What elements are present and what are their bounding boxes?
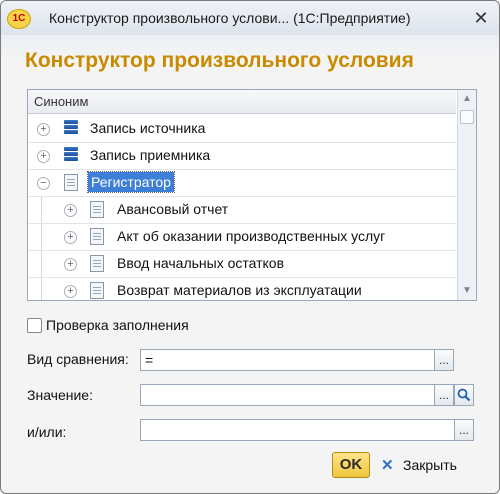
tree-rows: + Запись источника + Запись приемника − … [28,116,456,300]
app-logo-icon: 1С [7,9,31,29]
collapse-icon[interactable]: − [37,177,50,190]
tree-row[interactable]: + Запись приемника [28,143,456,170]
document-icon [90,201,104,218]
tree-guide-line [41,278,42,300]
tree-row-label: Регистратор [87,171,175,193]
value-label: Значение: [27,387,93,403]
and-or-label: и/или: [27,424,67,440]
document-icon [90,282,104,299]
window-close-button[interactable]: ✕ [469,7,493,29]
comparison-select-button[interactable]: ... [434,349,454,371]
fill-check-label[interactable]: Проверка заполнения [46,317,189,333]
expand-icon[interactable]: + [37,123,50,136]
document-icon [90,228,104,245]
expand-icon[interactable]: + [64,204,77,217]
comparison-label: Вид сравнения: [27,351,129,367]
value-select-button[interactable]: ... [434,384,454,406]
tree-row-label: Запись приемника [90,147,211,163]
document-icon [64,174,78,191]
page-title: Конструктор произвольного условия [25,49,414,72]
expand-icon[interactable]: + [37,150,50,163]
expand-icon[interactable]: + [64,231,77,244]
and-or-select-button[interactable]: ... [454,419,474,441]
tree-scrollbar[interactable]: ▲ ▼ [457,90,476,300]
document-icon [90,255,104,272]
scroll-thumb[interactable] [460,110,474,124]
scroll-up-icon[interactable]: ▲ [458,90,476,108]
tree-row[interactable]: + Авансовый отчет [28,197,456,224]
scroll-down-icon[interactable]: ▼ [458,282,476,300]
tree-row-label: Акт об оказании производственных услуг [117,228,386,244]
dialog-window: 1С Конструктор произвольного услови... (… [0,0,500,494]
close-icon: ✕ [381,457,394,474]
tree-row-label: Ввод начальных остатков [117,255,285,271]
ok-button[interactable]: OK [332,452,370,478]
and-or-field[interactable]: ... [140,419,474,441]
expand-icon[interactable]: + [64,258,77,271]
close-button-label: Закрыть [403,457,457,473]
expand-icon[interactable]: + [64,285,77,298]
window-title: Конструктор произвольного услови... (1С:… [49,10,411,26]
attribute-tree[interactable]: Синоним + Запись источника + Запись прие… [27,89,477,301]
tree-row[interactable]: + Возврат материалов из эксплуатации [28,278,456,300]
tree-row[interactable]: + Запись источника [28,116,456,143]
tree-row-selected[interactable]: − Регистратор [28,170,456,197]
tree-row[interactable]: + Ввод начальных остатков [28,251,456,278]
tree-guide-line [41,251,42,277]
search-icon[interactable] [454,384,474,406]
tree-guide-line [41,197,42,223]
value-field[interactable]: ... [140,384,474,406]
tree-guide-line [41,224,42,250]
tree-row[interactable]: + Акт об оказании производственных услуг [28,224,456,251]
fill-check-checkbox[interactable] [27,318,42,333]
comparison-field[interactable]: = ... [140,349,454,371]
tree-row-label: Возврат материалов из эксплуатации [117,282,362,298]
tree-column-header[interactable]: Синоним [28,90,456,114]
register-stack-icon [64,147,78,164]
register-stack-icon [64,120,78,137]
title-bar[interactable]: 1С Конструктор произвольного услови... (… [1,1,499,35]
tree-row-label: Запись источника [90,120,206,136]
comparison-value: = [145,352,154,368]
tree-row-label: Авансовый отчет [117,201,229,217]
